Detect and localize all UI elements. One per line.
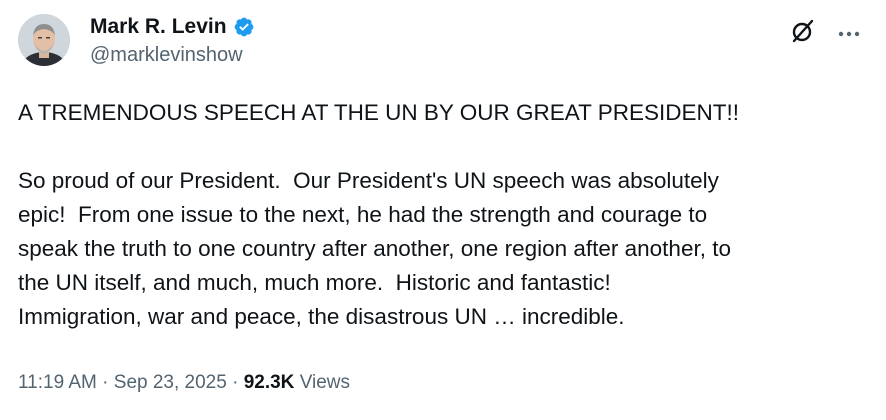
more-options-icon[interactable] [838, 25, 860, 43]
post-headline: A TREMENDOUS SPEECH AT THE UN BY OUR GRE… [18, 100, 739, 125]
post-line: speak the truth to one country after ano… [18, 236, 731, 261]
meta-separator: · [102, 372, 109, 393]
post-card: Mark R. Levin @marklevinshow A TREMENDOU… [0, 0, 886, 420]
post-line: the UN itself, and much, much more. Hist… [18, 270, 611, 295]
post-spacer [18, 130, 868, 164]
verified-badge-icon[interactable] [233, 16, 255, 38]
avatar[interactable] [18, 14, 70, 66]
author-name-row: Mark R. Levin [90, 14, 255, 40]
avatar-image [18, 14, 70, 66]
post-text: A TREMENDOUS SPEECH AT THE UN BY OUR GRE… [18, 96, 868, 334]
author-block: Mark R. Levin @marklevinshow [90, 14, 255, 68]
post-line: epic! From one issue to the next, he had… [18, 202, 708, 227]
post-top-actions [790, 18, 860, 49]
author-display-name[interactable]: Mark R. Levin [90, 14, 227, 40]
post-meta: 11:19 AM · Sep 23, 2025 · 92.3K Views [18, 370, 350, 396]
grok-icon[interactable] [790, 18, 816, 49]
post-line: Immigration, war and peace, the disastro… [18, 304, 625, 329]
author-handle[interactable]: @marklevinshow [90, 42, 255, 68]
post-time[interactable]: 11:19 AM [18, 372, 97, 393]
meta-separator: · [232, 372, 239, 393]
views-label: Views [299, 372, 351, 393]
post-line: So proud of our President. Our President… [18, 168, 719, 193]
views-count[interactable]: 92.3K [244, 372, 295, 393]
post-date[interactable]: Sep 23, 2025 [114, 372, 227, 393]
